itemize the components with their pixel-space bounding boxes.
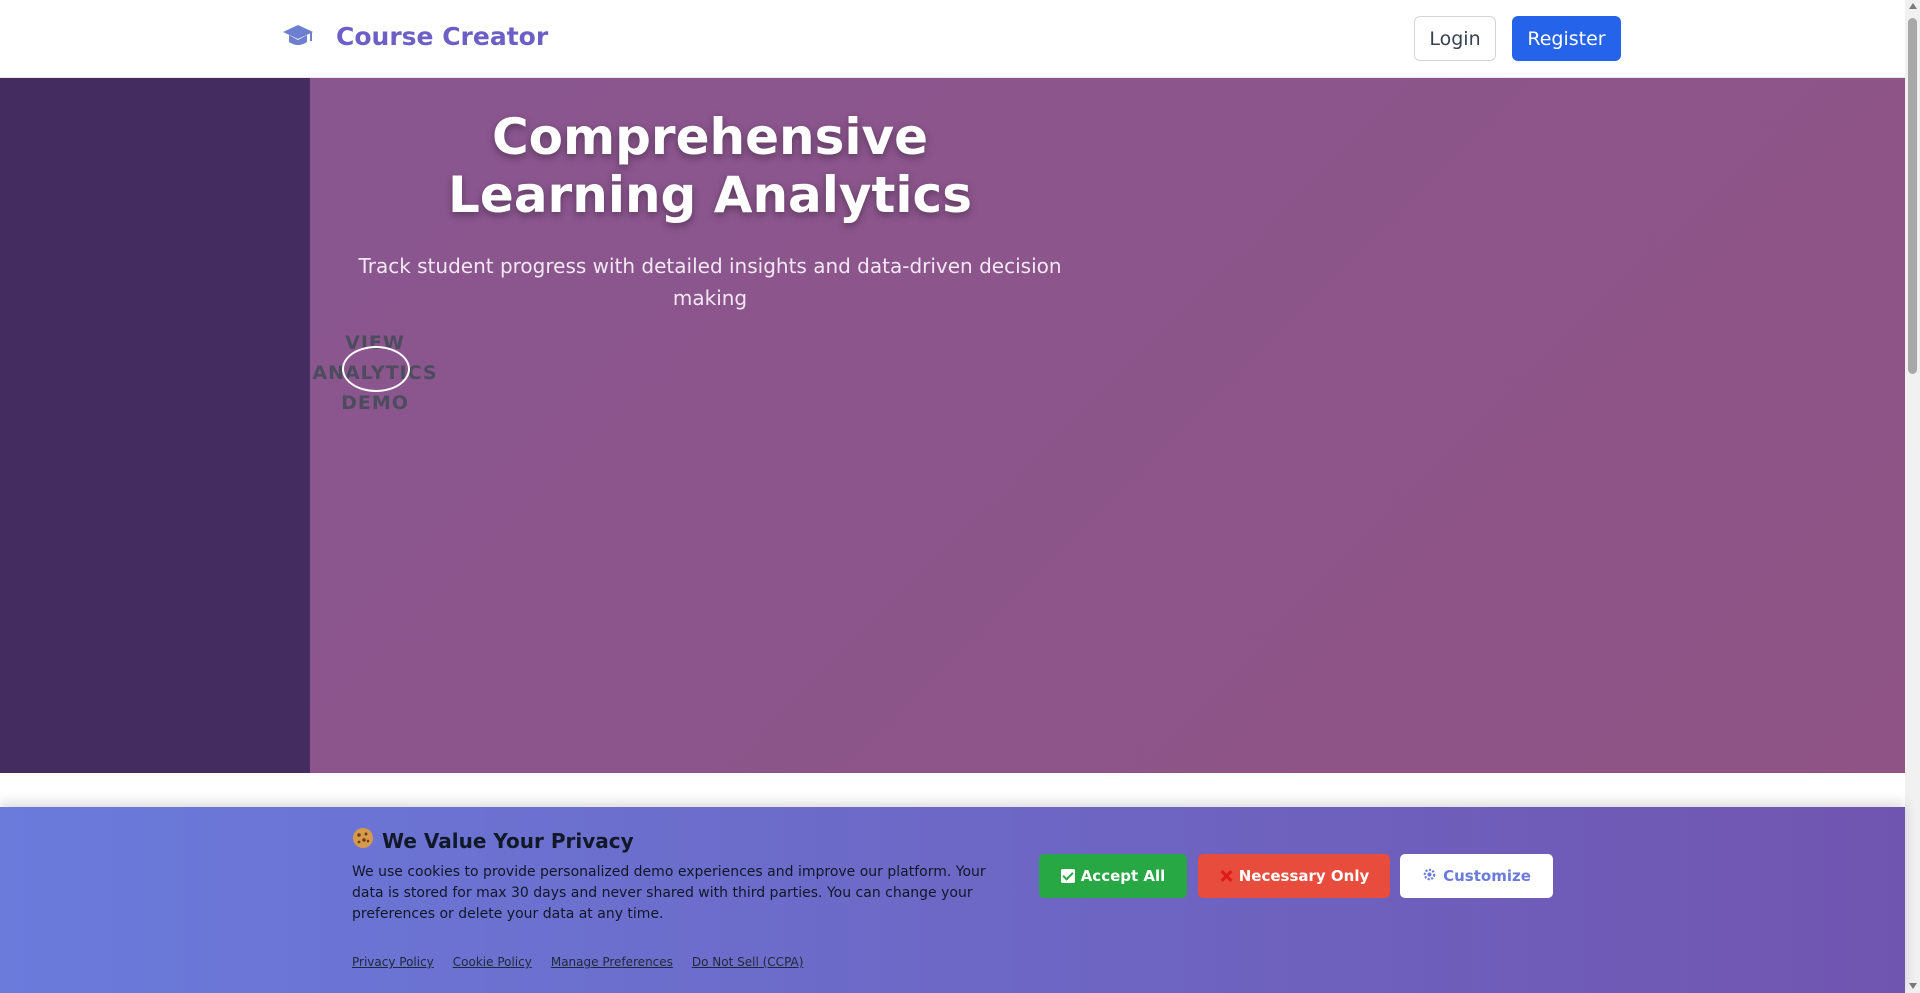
- do-not-sell-link[interactable]: Do Not Sell (CCPA): [692, 955, 804, 969]
- top-navbar: Course Creator Login Register: [0, 0, 1905, 78]
- scroll-down-arrow-icon[interactable]: [1909, 983, 1917, 989]
- cookie-links: Privacy Policy Cookie Policy Manage Pref…: [352, 955, 803, 969]
- manage-preferences-link[interactable]: Manage Preferences: [551, 955, 673, 969]
- necessary-only-button[interactable]: Necessary Only: [1198, 854, 1390, 898]
- scroll-up-arrow-icon[interactable]: [1909, 3, 1917, 9]
- cookie-policy-link[interactable]: Cookie Policy: [453, 955, 532, 969]
- privacy-policy-link[interactable]: Privacy Policy: [352, 955, 434, 969]
- necessary-only-label: Necessary Only: [1238, 867, 1370, 885]
- customize-label: Customize: [1443, 867, 1531, 885]
- login-button[interactable]: Login: [1414, 16, 1496, 61]
- cookie-title: We Value Your Privacy: [352, 827, 634, 854]
- register-button[interactable]: Register: [1512, 16, 1621, 61]
- accept-all-button[interactable]: Accept All: [1039, 854, 1187, 898]
- hero-side-panel: [0, 78, 310, 773]
- cookie-title-text: We Value Your Privacy: [382, 828, 634, 853]
- gear-icon: [1422, 867, 1437, 886]
- focus-ring: [342, 346, 410, 392]
- graduation-cap-icon: [282, 20, 314, 52]
- brand-name: Course Creator: [336, 21, 549, 51]
- hero-subtitle: Track student progress with detailed ins…: [358, 254, 1062, 310]
- hero-title: Comprehensive Learning Analytics: [448, 108, 972, 224]
- cookie-icon: [352, 827, 374, 854]
- brand-link[interactable]: Course Creator: [282, 20, 548, 52]
- customize-button[interactable]: Customize: [1400, 854, 1553, 898]
- cross-icon: [1219, 869, 1233, 883]
- cookie-description: We use cookies to provide personalized d…: [352, 864, 986, 922]
- cookie-consent-banner: We Value Your Privacy We use cookies to …: [0, 807, 1905, 993]
- scroll-thumb[interactable]: [1908, 18, 1917, 374]
- accept-all-label: Accept All: [1080, 867, 1166, 885]
- check-icon: [1060, 869, 1075, 883]
- page-scrollbar[interactable]: [1905, 0, 1920, 993]
